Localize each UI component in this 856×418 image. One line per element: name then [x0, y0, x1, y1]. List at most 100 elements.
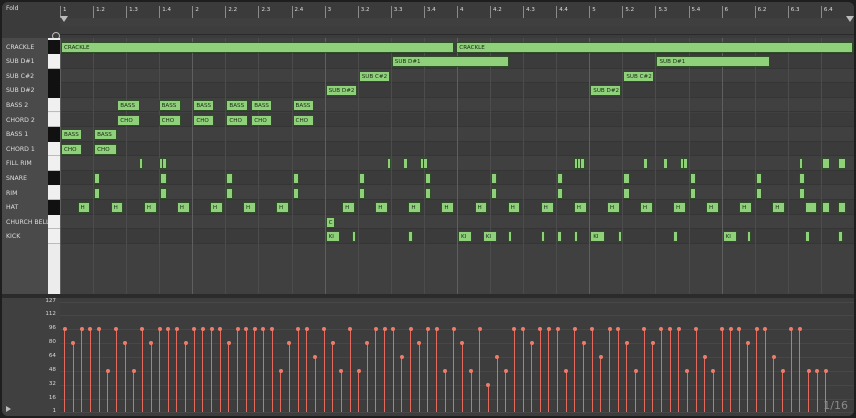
velocity-stem[interactable]: [141, 329, 143, 412]
midi-note[interactable]: H: [540, 202, 554, 214]
lane-label[interactable]: BASS 1: [6, 131, 28, 138]
velocity-handle[interactable]: [348, 327, 352, 332]
velocity-handle[interactable]: [521, 327, 526, 332]
midi-note[interactable]: H: [706, 202, 719, 214]
piano-key[interactable]: [48, 127, 60, 142]
velocity-stem[interactable]: [461, 343, 463, 412]
midi-note[interactable]: BASS: [226, 99, 248, 111]
velocity-stem[interactable]: [314, 357, 316, 412]
velocity-handle[interactable]: [114, 327, 119, 332]
velocity-stem[interactable]: [384, 329, 386, 412]
velocity-handle[interactable]: [451, 327, 456, 332]
velocity-stem[interactable]: [635, 370, 636, 412]
midi-note[interactable]: [838, 158, 847, 170]
midi-note[interactable]: [94, 172, 101, 184]
midi-note[interactable]: [689, 187, 696, 199]
velocity-stem[interactable]: [202, 329, 204, 412]
velocity-handle[interactable]: [365, 341, 370, 346]
lane-label[interactable]: RIM: [6, 190, 17, 197]
velocity-handle[interactable]: [226, 341, 231, 346]
midi-note[interactable]: CHO: [61, 143, 83, 155]
velocity-stem[interactable]: [89, 329, 91, 412]
midi-note[interactable]: [557, 187, 564, 199]
velocity-stem[interactable]: [816, 370, 818, 412]
midi-note[interactable]: SUB D#1: [391, 56, 509, 68]
midi-note[interactable]: [557, 172, 564, 184]
midi-note[interactable]: SUB C#2: [623, 70, 655, 82]
velocity-handle[interactable]: [763, 327, 768, 332]
midi-note[interactable]: [160, 187, 167, 199]
velocity-stem[interactable]: [392, 329, 394, 412]
velocity-handle[interactable]: [443, 368, 448, 373]
midi-note[interactable]: H: [606, 202, 620, 214]
velocity-handle[interactable]: [278, 368, 283, 373]
midi-note[interactable]: KI: [457, 231, 473, 243]
velocity-stem[interactable]: [245, 329, 247, 412]
velocity-handle[interactable]: [373, 327, 378, 332]
midi-note[interactable]: H: [772, 202, 786, 214]
velocity-handle[interactable]: [815, 368, 820, 373]
velocity-stem[interactable]: [124, 343, 126, 412]
velocity-handle[interactable]: [97, 327, 102, 332]
velocity-stem[interactable]: [548, 329, 550, 412]
velocity-handle[interactable]: [590, 327, 595, 332]
velocity-handle[interactable]: [512, 327, 517, 332]
midi-note[interactable]: [821, 158, 830, 170]
midi-note[interactable]: [821, 202, 830, 214]
piano-key[interactable]: [48, 214, 60, 230]
midi-note[interactable]: [798, 187, 805, 199]
velocity-stem[interactable]: [522, 329, 524, 412]
velocity-stem[interactable]: [176, 329, 178, 412]
midi-note[interactable]: [386, 158, 392, 170]
velocity-handle[interactable]: [391, 327, 396, 332]
velocity-stem[interactable]: [626, 343, 628, 412]
velocity-handle[interactable]: [555, 327, 560, 332]
velocity-stem[interactable]: [609, 329, 611, 412]
midi-note[interactable]: [226, 187, 233, 199]
midi-note[interactable]: KI: [325, 231, 341, 243]
piano-key[interactable]: [48, 200, 60, 215]
velocity-stem[interactable]: [410, 329, 412, 412]
velocity-handle[interactable]: [806, 368, 811, 373]
velocity-handle[interactable]: [235, 327, 240, 332]
piano-key[interactable]: [48, 229, 60, 244]
velocity-handle[interactable]: [218, 327, 223, 332]
velocity-stem[interactable]: [470, 370, 472, 412]
midi-note[interactable]: H: [77, 202, 91, 214]
velocity-handle[interactable]: [399, 355, 404, 359]
velocity-stem[interactable]: [652, 343, 654, 412]
velocity-stem[interactable]: [262, 329, 264, 412]
velocity-handle[interactable]: [650, 341, 655, 346]
velocity-handle[interactable]: [287, 341, 292, 346]
velocity-stem[interactable]: [271, 329, 273, 412]
velocity-stem[interactable]: [72, 343, 74, 412]
velocity-handle[interactable]: [564, 368, 569, 373]
velocity-handle[interactable]: [192, 327, 197, 332]
midi-note[interactable]: [408, 231, 413, 243]
velocity-stem[interactable]: [617, 329, 619, 412]
velocity-handle[interactable]: [720, 327, 725, 332]
midi-note[interactable]: H: [276, 202, 289, 214]
velocity-lane[interactable]: 1/16: [60, 298, 854, 416]
velocity-stem[interactable]: [167, 329, 169, 412]
note-grid[interactable]: CRACKLE CRACKLE SUB D#1 SUB D#1 SUB C#2 SUB C…: [60, 38, 854, 294]
velocity-handle[interactable]: [503, 368, 508, 373]
velocity-handle[interactable]: [581, 341, 586, 346]
velocity-stem[interactable]: [773, 357, 775, 412]
velocity-handle[interactable]: [495, 355, 500, 359]
velocity-handle[interactable]: [780, 368, 785, 373]
lane-label[interactable]: CHURCH BELL: [6, 219, 49, 226]
midi-note[interactable]: [423, 158, 428, 170]
velocity-handle[interactable]: [486, 382, 491, 387]
midi-note[interactable]: [689, 172, 696, 184]
velocity-stem[interactable]: [756, 329, 758, 412]
velocity-stem[interactable]: [747, 343, 749, 412]
velocity-stem[interactable]: [799, 329, 801, 412]
velocity-handle[interactable]: [702, 355, 707, 359]
lane-label[interactable]: HAT: [6, 204, 18, 211]
midi-note[interactable]: BASS: [251, 99, 273, 111]
velocity-handle[interactable]: [737, 327, 742, 332]
midi-note[interactable]: C: [325, 216, 336, 228]
lane-label[interactable]: FILL RIM: [6, 160, 32, 167]
midi-note[interactable]: H: [573, 202, 587, 214]
